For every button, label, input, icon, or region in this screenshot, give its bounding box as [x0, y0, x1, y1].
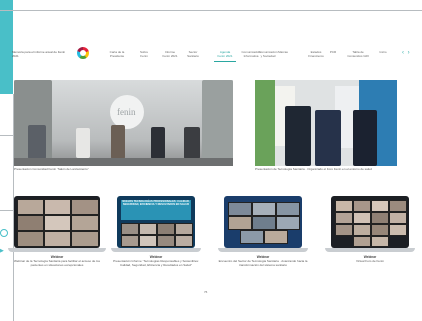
section-tab — [0, 0, 13, 94]
laptop-2-base — [111, 248, 201, 252]
nav-item-informe[interactable]: Informe Fenin 2021 — [159, 50, 181, 58]
laptop-4-base — [325, 248, 415, 252]
group-photo — [255, 80, 397, 166]
laptop-3-caption: Encuentro del Sector de Tecnología Sanit… — [218, 259, 308, 267]
nav-item-marcas[interactable]: Marcas — [272, 50, 294, 55]
group-photo-caption: Presentación de Tecnología Sanitaria · O… — [255, 167, 372, 171]
nav-item-tabla[interactable]: Tabla de Contenidos GRI — [347, 50, 369, 58]
laptop-2-caption: Presentación Informe “Tecnologías Respon… — [113, 259, 199, 267]
nav-item-sobre[interactable]: Sobre Fenin — [133, 50, 155, 58]
laptop-2-banner: NUEVAS TECNOLOGÍAS PROFESIONALES: CALIDA… — [121, 200, 191, 220]
video-icon: ▶ — [0, 248, 4, 254]
page-arrows[interactable]: ‹ › — [402, 50, 411, 56]
nav-active-underline — [214, 61, 236, 62]
nav-item-carta[interactable]: Carta de la Presidente — [106, 50, 128, 58]
laptop-1-base — [8, 248, 106, 252]
brand-title: Memoria para el informe anual de Fenin 2… — [12, 50, 66, 58]
top-rule — [0, 10, 422, 11]
panel-photo-caption: Presentación Comunidad Fenin “Salón de L… — [14, 167, 89, 171]
logo — [77, 47, 89, 59]
nav-item-pcr[interactable]: PCR — [322, 50, 344, 55]
fenin-logo: fenin — [117, 107, 136, 117]
laptop-3-base — [218, 248, 308, 252]
nav-item-sector[interactable]: Sector Sanitario — [182, 50, 204, 58]
nav-item-agenda[interactable]: Agenda Fenin 2021 — [214, 50, 236, 58]
laptop-4-screen — [331, 196, 409, 248]
page-number: 76 — [204, 290, 208, 294]
panel-photo: fenin — [14, 80, 233, 166]
laptop-4-caption: Virtual Foro de Fenin — [356, 259, 384, 263]
laptop-2-screen: NUEVAS TECNOLOGÍAS PROFESIONALES: CALIDA… — [117, 196, 195, 248]
laptop-1-screen — [14, 196, 100, 248]
laptop-1-caption: Webinar de la Tecnología Sanitaria para … — [14, 259, 100, 267]
circle-icon — [0, 229, 8, 237]
laptop-3-screen — [224, 196, 302, 248]
nav-item-inicio[interactable]: Inicio — [372, 50, 394, 55]
